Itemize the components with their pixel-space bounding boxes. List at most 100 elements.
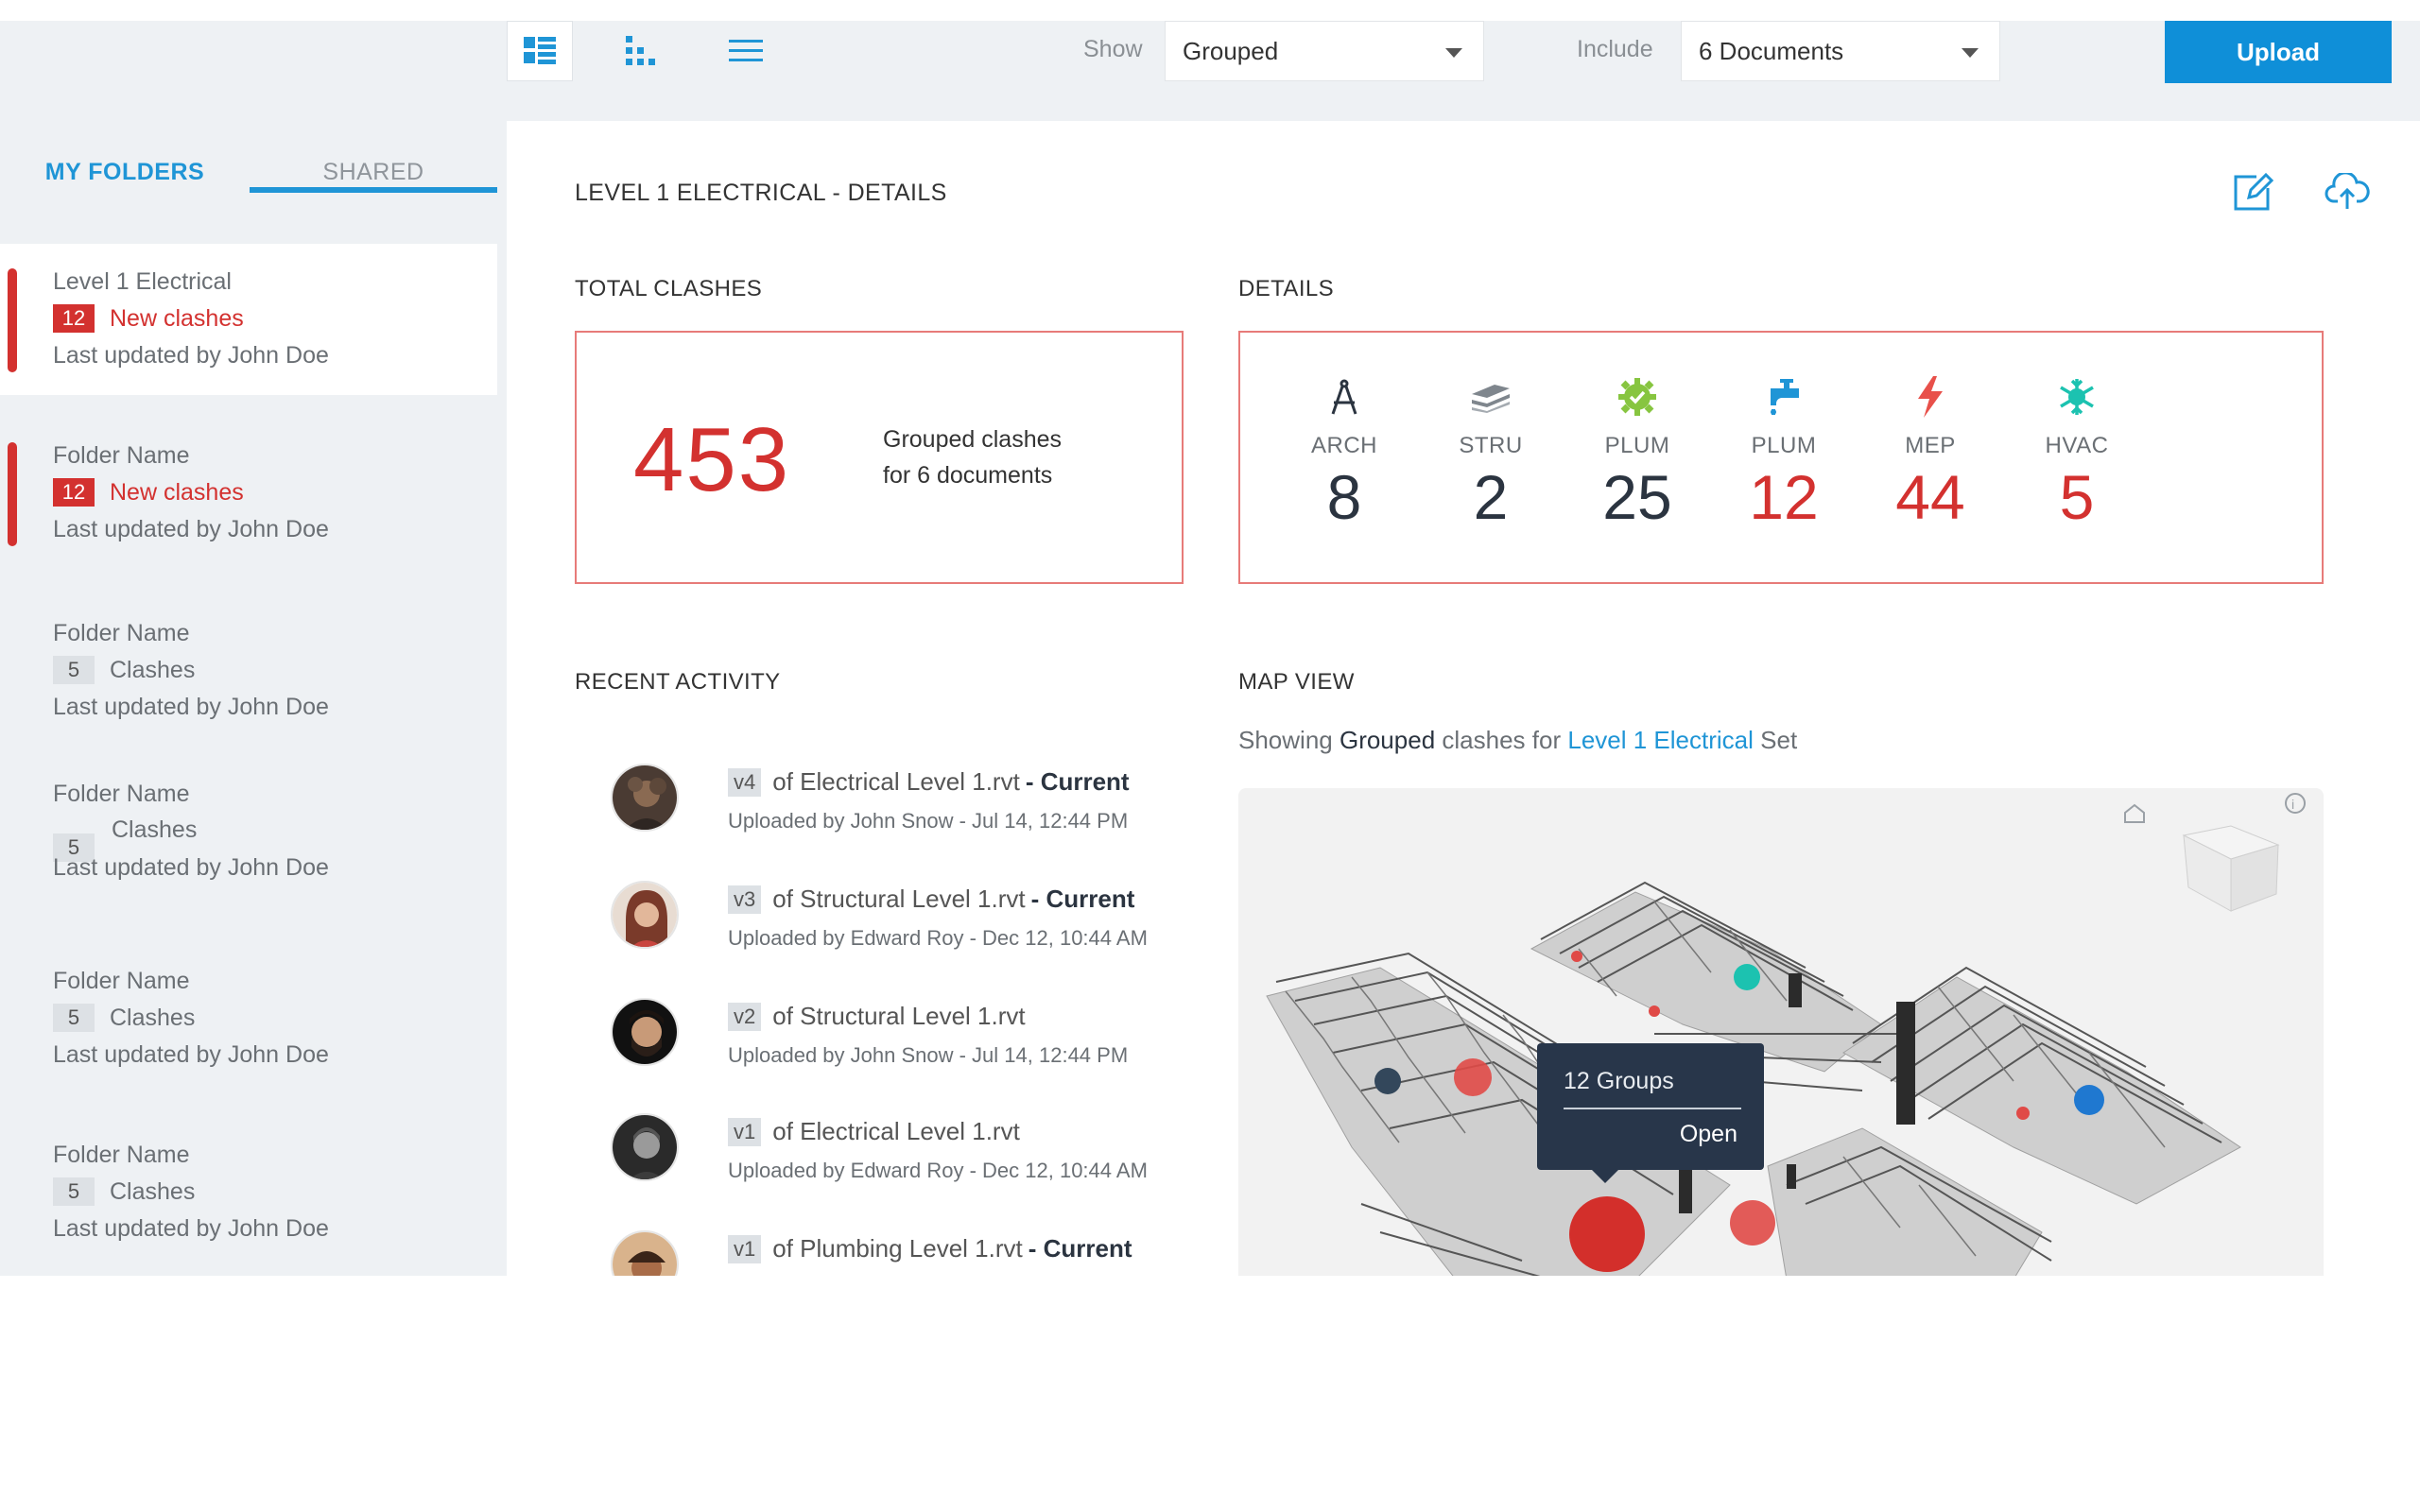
clash-count-badge: 5: [53, 656, 95, 684]
3d-model-viewer[interactable]: i 12 Groups Open: [1238, 788, 2324, 1276]
chevron-down-icon: [1962, 48, 1979, 58]
version-badge: v3: [728, 885, 762, 914]
discipline-hvac[interactable]: HVAC 5: [2011, 370, 2143, 533]
discipline-label: MEP: [1905, 433, 1956, 458]
upload-button[interactable]: Upload: [2165, 21, 2392, 83]
folder-item[interactable]: Folder Name 5 Clashes Last updated by Jo…: [0, 756, 497, 907]
dot-grid-icon: [626, 36, 655, 65]
total-clashes-heading: TOTAL CLASHES: [575, 276, 763, 301]
folder-name: Folder Name: [53, 620, 190, 646]
discipline-stru[interactable]: STRU 2: [1425, 370, 1557, 533]
folder-updated: Last updated by John Doe: [53, 1215, 329, 1242]
activity-title: v4 of Electrical Level 1.rvt - Current: [728, 767, 1130, 797]
include-select-value: 6 Documents: [1699, 36, 1844, 65]
activity-item[interactable]: v2 of Structural Level 1.rvt Uploaded by…: [611, 998, 1178, 1102]
discipline-count: 2: [1473, 462, 1509, 532]
map-caption: Showing Grouped clashes for Level 1 Elec…: [1238, 726, 1797, 755]
folder-clash-summary: 5 Clashes: [53, 1177, 195, 1206]
show-label: Show: [1083, 36, 1143, 62]
discipline-plum-2[interactable]: PLUM 12: [1718, 370, 1850, 533]
compass-icon: [1331, 379, 1357, 415]
top-strip: [0, 0, 2420, 21]
activity-item[interactable]: v3 of Structural Level 1.rvt - Current U…: [611, 881, 1178, 985]
folder-name: Folder Name: [53, 442, 190, 469]
activity-file: of Electrical Level 1.rvt: [772, 767, 1020, 796]
activity-title: v3 of Structural Level 1.rvt - Current: [728, 885, 1134, 914]
discipline-count: 44: [1895, 462, 1965, 532]
cloud-upload-button[interactable]: [2324, 168, 2371, 215]
folder-updated: Last updated by John Doe: [53, 1041, 329, 1068]
lightning-icon: [1918, 376, 1943, 418]
activity-item[interactable]: v1 of Electrical Level 1.rvt Uploaded by…: [611, 1113, 1178, 1217]
tooltip-open-link[interactable]: Open: [1680, 1121, 1737, 1148]
tooltip-title: 12 Groups: [1564, 1068, 1674, 1094]
clash-count-label: Clashes: [110, 1004, 196, 1031]
clash-count-label: Clashes: [110, 656, 196, 683]
cloud-upload-icon: [2325, 173, 2370, 209]
page-title: LEVEL 1 ELECTRICAL - DETAILS: [575, 180, 947, 206]
toolbar: Show Grouped Include 6 Documents Upload: [0, 0, 2420, 121]
activity-title: v1 of Plumbing Level 1.rvt - Current: [728, 1234, 1132, 1263]
folder-clash-summary: 12 New clashes: [53, 304, 244, 333]
folder-item[interactable]: Folder Name 12 New clashes Last updated …: [0, 418, 497, 569]
folder-clash-summary: 5 Clashes: [53, 1004, 195, 1032]
activity-meta: Uploaded by Edward Roy - Dec 12, 10:44 A…: [728, 926, 1148, 950]
discipline-count: 25: [1602, 462, 1672, 532]
discipline-count: 5: [2059, 462, 2095, 532]
caption-set-link[interactable]: Level 1 Electrical: [1567, 726, 1754, 754]
include-select[interactable]: 6 Documents: [1681, 21, 2000, 81]
activity-item[interactable]: v1 of Plumbing Level 1.rvt - Current: [611, 1230, 1178, 1276]
folder-item[interactable]: Level 1 Electrical 12 New clashes Last u…: [0, 244, 497, 395]
tab-my-folders[interactable]: MY FOLDERS: [0, 140, 250, 200]
gear-icon: [1618, 378, 1656, 416]
folder-updated: Last updated by John Doe: [53, 694, 329, 720]
avatar: [611, 1113, 679, 1181]
folder-item[interactable]: Folder Name 5 Clashes Last updated by Jo…: [0, 943, 497, 1094]
list-view-button[interactable]: [713, 21, 779, 81]
discipline-label: HVAC: [2045, 433, 2109, 458]
total-clashes-card[interactable]: 453 Grouped clashes for 6 documents: [575, 331, 1184, 584]
recent-activity-heading: RECENT ACTIVITY: [575, 669, 781, 695]
caption-mid: clashes for: [1442, 726, 1562, 754]
discipline-label: STRU: [1459, 433, 1523, 458]
current-tag: - Current: [1025, 767, 1130, 796]
version-badge: v1: [728, 1234, 762, 1263]
activity-meta: Uploaded by John Snow - Jul 14, 12:44 PM: [728, 1043, 1129, 1067]
total-clashes-value: 453: [633, 409, 791, 510]
grid-view-button[interactable]: [609, 21, 675, 81]
list-detail-view-button[interactable]: [507, 21, 573, 81]
details-card: ARCH 8 STRU 2 PLUM 25 PLUM 12 MEP 44 HVA…: [1238, 331, 2324, 584]
avatar: [611, 764, 679, 832]
avatar: [611, 998, 679, 1066]
folder-item[interactable]: Folder Name 5 Clashes Last updated by Jo…: [0, 595, 497, 747]
faucet-icon: [1771, 379, 1799, 415]
clash-group-tooltip[interactable]: 12 Groups Open: [1537, 1043, 1764, 1183]
building-model: i: [1266, 793, 2306, 1276]
list-detail-view-icon: [524, 37, 556, 64]
folder-clash-summary: 12 New clashes: [53, 478, 244, 507]
show-select[interactable]: Grouped: [1165, 21, 1484, 81]
svg-text:i: i: [2291, 797, 2294, 812]
tooltip-pointer: [1592, 1170, 1618, 1183]
discipline-label: PLUM: [1604, 433, 1670, 458]
folder-name: Folder Name: [53, 781, 190, 807]
folder-name: Folder Name: [53, 1142, 190, 1168]
main-panel: LEVEL 1 ELECTRICAL - DETAILS TOTAL CLASH…: [507, 121, 2420, 1276]
folder-item[interactable]: Folder Name 5 Clashes Last updated by Jo…: [0, 1117, 497, 1268]
activity-item[interactable]: v4 of Electrical Level 1.rvt - Current U…: [611, 764, 1178, 868]
folder-name: Level 1 Electrical: [53, 268, 232, 295]
discipline-label: ARCH: [1310, 433, 1377, 458]
include-label: Include: [1577, 36, 1653, 62]
map-view-heading: MAP VIEW: [1238, 669, 1355, 695]
discipline-mep[interactable]: MEP 44: [1864, 370, 1996, 533]
caption-prefix: Showing: [1238, 726, 1333, 754]
activity-file: of Plumbing Level 1.rvt: [772, 1234, 1023, 1263]
total-desc-line-1: Grouped clashes: [883, 426, 1063, 453]
layers-icon: [1472, 385, 1510, 413]
show-select-value: Grouped: [1183, 36, 1279, 65]
discipline-arch[interactable]: ARCH 8: [1278, 370, 1410, 533]
view-cube[interactable]: [2182, 825, 2280, 912]
activity-meta: Uploaded by John Snow - Jul 14, 12:44 PM: [728, 809, 1129, 833]
edit-button[interactable]: [2229, 168, 2276, 215]
discipline-plum[interactable]: PLUM 25: [1571, 370, 1703, 533]
